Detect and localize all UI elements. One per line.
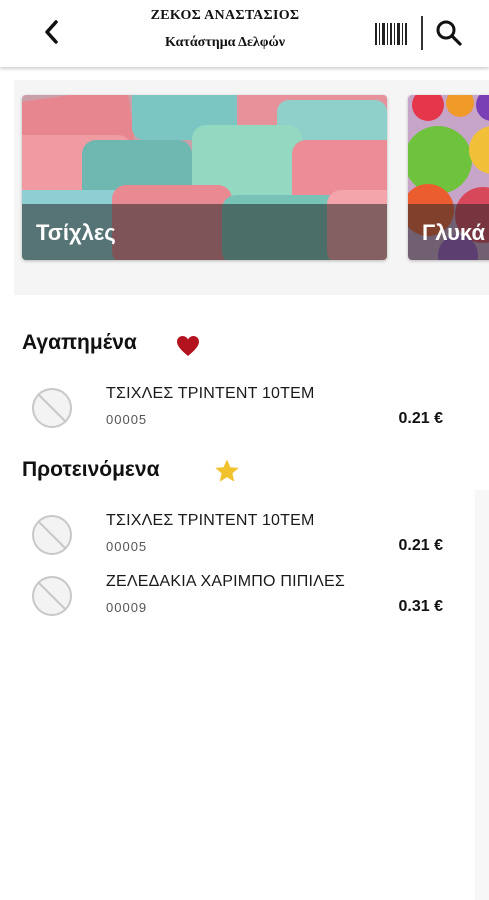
favorites-heading: Αγαπημένα xyxy=(22,331,137,355)
back-button[interactable] xyxy=(36,16,68,48)
category-carousel[interactable]: Τσίχλες Γλυκά xyxy=(14,80,489,295)
product-name: ΤΣΙΧΛΕΣ ΤΡΙΝΤΕΝΤ 10ΤΕΜ xyxy=(106,512,315,529)
store-title: ΖΕΚΟΣ ΑΝΑΣΤΑΣΙΟΣ Κατάστημα Δελφών xyxy=(100,6,350,52)
recommended-heading: Προτεινόμενα xyxy=(22,458,159,482)
app-header: ΖΕΚΟΣ ΑΝΑΣΤΑΣΙΟΣ Κατάστημα Δελφών xyxy=(0,0,489,67)
product-name: ΖΕΛΕΔΑΚΙΑ ΧΑΡΙΜΠΟ ΠΙΠΙΛΕΣ xyxy=(106,573,345,590)
product-name: ΤΣΙΧΛΕΣ ΤΡΙΝΤΕΝΤ 10ΤΕΜ xyxy=(106,385,315,402)
recommended-title: Προτεινόμενα xyxy=(22,458,160,481)
list-item[interactable]: ΤΣΙΧΛΕΣ ΤΡΙΝΤΕΝΤ 10ΤΕΜ 00005 0.21 € xyxy=(0,509,489,569)
store-name: Κατάστημα Δελφών xyxy=(164,35,286,50)
product-code: 00009 xyxy=(106,600,148,615)
product-code: 00005 xyxy=(106,539,148,554)
product-placeholder-image xyxy=(32,515,72,555)
scroll-edge xyxy=(475,490,489,900)
product-price: 0.21 € xyxy=(398,410,443,427)
category-card-candy[interactable]: Γλυκά xyxy=(408,95,489,260)
header-divider xyxy=(421,16,423,50)
star-icon xyxy=(215,459,239,482)
product-price: 0.21 € xyxy=(398,537,443,554)
search-button[interactable] xyxy=(434,18,464,48)
category-label: Τσίχλες xyxy=(36,220,116,245)
owner-name: ΖΕΚΟΣ ΑΝΑΣΤΑΣΙΟΣ xyxy=(150,8,300,23)
list-item[interactable]: ΤΣΙΧΛΕΣ ΤΡΙΝΤΕΝΤ 10ΤΕΜ 00005 0.21 € xyxy=(0,382,489,442)
product-placeholder-image xyxy=(32,388,72,428)
barcode-icon xyxy=(375,23,407,45)
chevron-left-icon xyxy=(45,20,58,44)
barcode-scan-button[interactable] xyxy=(373,20,409,48)
category-card-gum[interactable]: Τσίχλες xyxy=(22,95,387,260)
category-label: Γλυκά xyxy=(422,220,485,245)
favorites-title: Αγαπημένα xyxy=(22,331,137,354)
product-price: 0.31 € xyxy=(398,598,443,615)
product-code: 00005 xyxy=(106,412,148,427)
product-placeholder-image xyxy=(32,576,72,616)
list-item[interactable]: ΖΕΛΕΔΑΚΙΑ ΧΑΡΙΜΠΟ ΠΙΠΙΛΕΣ 00009 0.31 € xyxy=(0,570,489,630)
heart-icon xyxy=(177,336,199,356)
search-icon xyxy=(436,20,462,46)
